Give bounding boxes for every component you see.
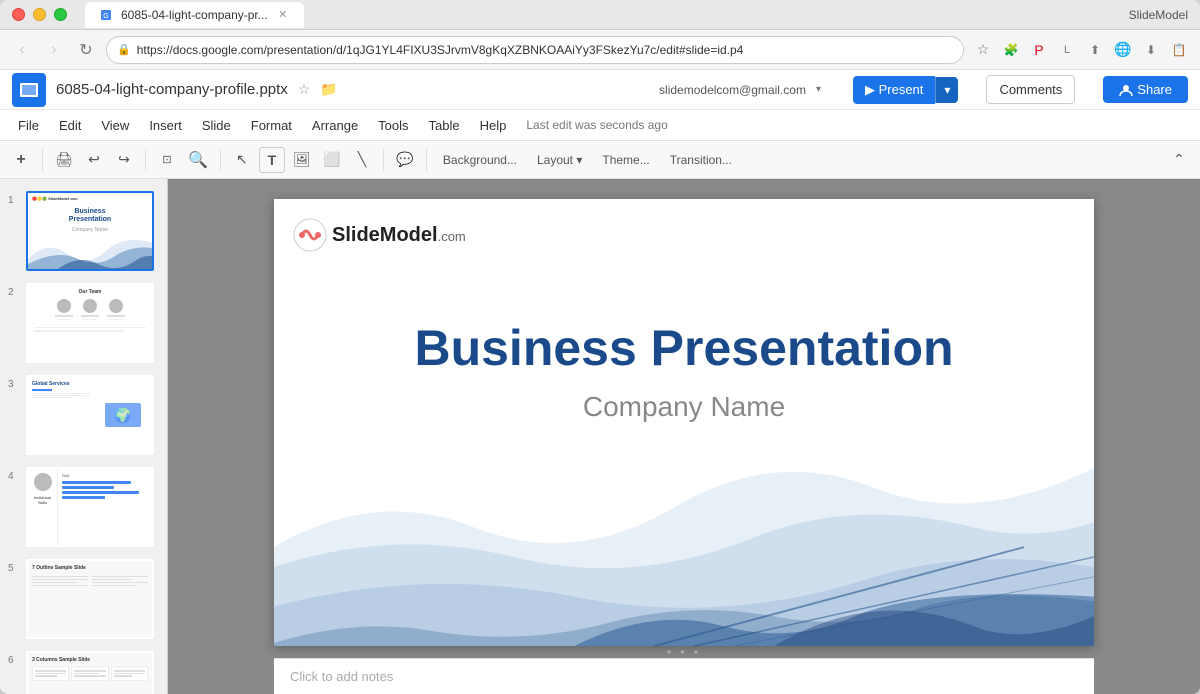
toolbar-right: ⌃ <box>1166 147 1192 173</box>
bookmark-icon[interactable]: ☆ <box>972 39 994 61</box>
menu-tools[interactable]: Tools <box>368 114 418 137</box>
sep-2 <box>145 149 146 171</box>
comment-tool[interactable]: 💬 <box>392 147 418 173</box>
last-edit-status: Last edit was seconds ago <box>526 118 667 132</box>
zoom-fit-btn[interactable]: ⊡ <box>154 147 180 173</box>
shapes-tool[interactable]: ⬜ <box>319 147 345 173</box>
url-text: https://docs.google.com/presentation/d/1… <box>137 43 953 57</box>
extensions-icon[interactable]: 🧩 <box>1000 39 1022 61</box>
slide-thumb-5[interactable]: 5 7 Outline Sample Slide <box>0 555 167 643</box>
text-tool[interactable]: T <box>259 147 285 173</box>
print-btn[interactable]: 🖨 <box>51 147 77 173</box>
browser-toolbar-icons: ☆ 🧩 P L ⬆ 🌐 ⬇ 📋 <box>972 39 1190 61</box>
add-element-btn[interactable]: + <box>8 147 34 173</box>
slides-toolbar: + 🖨 ↩ ↪ ⊡ 🔍 ↖ T 🖼 ⬜ ╲ 💬 Background... La… <box>0 141 1200 179</box>
theme-btn[interactable]: Theme... <box>594 147 657 173</box>
app-header: 6085-04-light-company-profile.pptx ☆ 📁 s… <box>0 70 1200 141</box>
browser-tab[interactable]: G 6085-04-light-company-pr... ✕ <box>85 2 304 28</box>
slides-logo-icon <box>19 80 39 100</box>
tab-favicon: G <box>99 8 113 22</box>
slide-scroll-handle: • • • <box>274 646 1094 658</box>
maximize-window-btn[interactable] <box>54 8 67 21</box>
share-icon <box>1119 83 1133 97</box>
lock-icon: 🔒 <box>117 43 131 56</box>
slide-thumb-3[interactable]: 3 Global Services 🌍 <box>0 371 167 459</box>
menu-arrange[interactable]: Arrange <box>302 114 368 137</box>
menu-format[interactable]: Format <box>241 114 302 137</box>
background-btn[interactable]: Background... <box>435 147 525 173</box>
present-dropdown-button[interactable]: ▾ <box>935 77 958 103</box>
undo-btn[interactable]: ↩ <box>81 147 107 173</box>
address-bar[interactable]: 🔒 https://docs.google.com/presentation/d… <box>106 36 964 64</box>
line-tool[interactable]: ╲ <box>349 147 375 173</box>
browser-icon-1[interactable]: L <box>1056 39 1078 61</box>
menu-insert[interactable]: Insert <box>139 114 192 137</box>
refresh-button[interactable]: ↻ <box>74 38 98 62</box>
user-email: slidemodelcom@gmail.com <box>659 83 806 97</box>
slide-thumb-2[interactable]: 2 Our Team <box>0 279 167 367</box>
star-icon[interactable]: ☆ <box>298 81 311 98</box>
menu-help[interactable]: Help <box>470 114 517 137</box>
slide-canvas[interactable]: SlideModel .com Business Presentation Co… <box>274 199 1094 646</box>
file-title: 6085-04-light-company-profile.pptx <box>56 81 288 98</box>
sep-4 <box>383 149 384 171</box>
app-title-bar: 6085-04-light-company-profile.pptx ☆ 📁 s… <box>0 70 1200 110</box>
share-button[interactable]: Share <box>1103 76 1188 103</box>
comments-button[interactable]: Comments <box>986 75 1075 104</box>
collapse-toolbar-btn[interactable]: ⌃ <box>1166 147 1192 173</box>
image-tool[interactable]: 🖼 <box>289 147 315 173</box>
browser-toolbar: ‹ › ↻ 🔒 https://docs.google.com/presenta… <box>0 30 1200 70</box>
menu-table[interactable]: Table <box>419 114 470 137</box>
svg-text:G: G <box>103 13 108 20</box>
slide-thumb-6[interactable]: 6 3 Columns Sample Slide <box>0 647 167 694</box>
layout-btn[interactable]: Layout ▾ <box>529 147 590 173</box>
slides-main-area: 1 🔴🟡🟢 SlideModel.com Business Presentati… <box>0 179 1200 694</box>
slide-wave-decoration <box>274 369 1094 646</box>
app-logo <box>12 73 46 107</box>
browser-window: G 6085-04-light-company-pr... ✕ SlideMod… <box>0 0 1200 694</box>
user-dropdown-icon[interactable]: ▾ <box>816 84 821 95</box>
menu-slide[interactable]: Slide <box>192 114 241 137</box>
sep-3 <box>220 149 221 171</box>
folder-icon[interactable]: 📁 <box>320 81 337 98</box>
menu-view[interactable]: View <box>91 114 139 137</box>
minimize-window-btn[interactable] <box>33 8 46 21</box>
zoom-in-btn[interactable]: 🔍 <box>184 147 212 173</box>
back-button[interactable]: ‹ <box>10 38 34 62</box>
notes-placeholder[interactable]: Click to add notes <box>290 669 393 684</box>
pinterest-icon[interactable]: P <box>1028 39 1050 61</box>
present-btn-group: ▶ Present ▾ <box>853 76 958 104</box>
transition-btn[interactable]: Transition... <box>662 147 740 173</box>
menu-edit[interactable]: Edit <box>49 114 91 137</box>
browser-titlebar: G 6085-04-light-company-pr... ✕ SlideMod… <box>0 0 1200 30</box>
browser-app-name: SlideModel <box>1129 8 1188 22</box>
slide-panel: 1 🔴🟡🟢 SlideModel.com Business Presentati… <box>0 179 168 694</box>
select-tool[interactable]: ↖ <box>229 147 255 173</box>
slide-editor: SlideModel .com Business Presentation Co… <box>168 179 1200 694</box>
browser-icon-4[interactable]: ⬇ <box>1140 39 1162 61</box>
slide-thumb-1[interactable]: 1 🔴🟡🟢 SlideModel.com Business Presentati… <box>0 187 167 275</box>
sep-5 <box>426 149 427 171</box>
close-window-btn[interactable] <box>12 8 25 21</box>
forward-button[interactable]: › <box>42 38 66 62</box>
slidemodel-logo-icon <box>292 217 328 253</box>
present-button[interactable]: ▶ Present <box>853 76 935 104</box>
browser-icon-5[interactable]: 📋 <box>1168 39 1190 61</box>
redo-btn[interactable]: ↪ <box>111 147 137 173</box>
browser-icon-3[interactable]: 🌐 <box>1112 39 1134 61</box>
tab-title: 6085-04-light-company-pr... <box>121 8 268 22</box>
menu-bar: File Edit View Insert Slide Format Arran… <box>0 110 1200 140</box>
notes-area[interactable]: Click to add notes <box>274 658 1094 694</box>
slide-thumb-4[interactable]: 4 Individual Skills Skill <box>0 463 167 551</box>
menu-file[interactable]: File <box>8 114 49 137</box>
tab-close-btn[interactable]: ✕ <box>276 8 290 22</box>
slide-logo: SlideModel .com <box>292 217 466 253</box>
sep-1 <box>42 149 43 171</box>
browser-icon-2[interactable]: ⬆ <box>1084 39 1106 61</box>
